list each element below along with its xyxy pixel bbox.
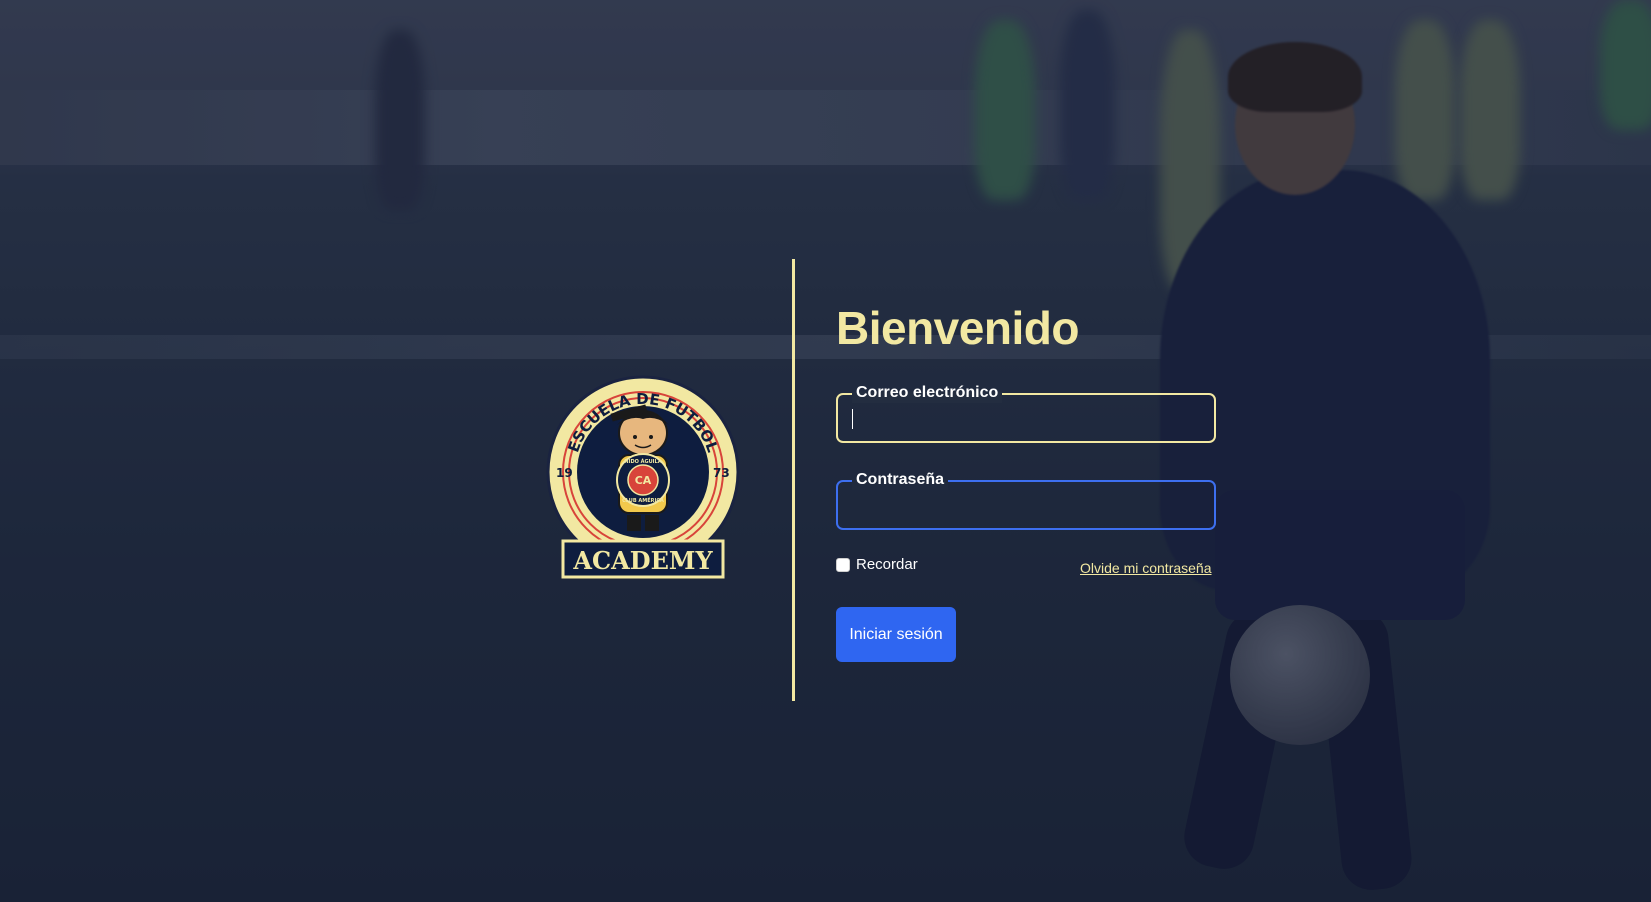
email-field[interactable]: Correo electrónico (836, 383, 1216, 443)
password-label: Contraseña (852, 470, 949, 490)
password-input[interactable] (850, 492, 1200, 518)
logo-year-right: 73 (713, 466, 730, 480)
page-title: Bienvenido (836, 302, 1079, 354)
password-field[interactable]: Contraseña (836, 470, 1216, 530)
crest-letters: CA (635, 474, 652, 487)
email-label: Correo electrónico (852, 383, 1003, 403)
vertical-divider (792, 259, 795, 701)
logo-year-left: 19 (556, 466, 573, 480)
academy-logo: ESCUELA DE FUTBOL 19 73 CA NIDO ÁGUILA C… (546, 375, 740, 579)
remember-option[interactable]: Recordar (836, 556, 918, 573)
background-photo (0, 0, 1651, 902)
logo-banner-text: ACADEMY (572, 546, 713, 575)
login-button[interactable]: Iniciar sesión (836, 607, 956, 662)
remember-label: Recordar (856, 556, 918, 573)
email-input[interactable] (850, 405, 1200, 431)
crest-text-top: NIDO ÁGUILA (624, 458, 661, 465)
text-caret (852, 409, 853, 429)
login-page: ESCUELA DE FUTBOL 19 73 CA NIDO ÁGUILA C… (0, 0, 1651, 902)
remember-checkbox[interactable] (836, 557, 850, 572)
crest-text-bottom: CLUB AMÉRICA (622, 496, 664, 504)
forgot-password-link[interactable]: Olvide mi contraseña (1080, 560, 1212, 576)
